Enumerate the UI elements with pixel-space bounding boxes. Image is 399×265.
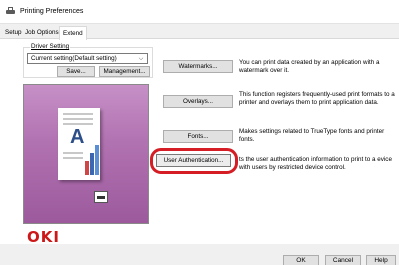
window-title: Printing Preferences bbox=[20, 8, 84, 15]
printer-icon bbox=[6, 7, 15, 16]
title-bar: Printing Preferences bbox=[0, 0, 399, 24]
driver-setting-value: Current setting(Default setting) bbox=[31, 55, 117, 62]
printer-device-icon bbox=[94, 191, 108, 203]
ok-button[interactable]: OK bbox=[283, 255, 319, 265]
save-button[interactable]: Save... bbox=[57, 66, 95, 77]
driver-setting-label: Driver Setting bbox=[30, 43, 71, 50]
user-authentication-button[interactable]: User Authentication... bbox=[156, 154, 231, 167]
driver-setting-select[interactable]: Current setting(Default setting) ⌵ bbox=[27, 53, 148, 64]
document-preview-icon: A bbox=[58, 108, 100, 180]
tab-job-options[interactable]: Job Options bbox=[22, 28, 62, 39]
preview-letter: A bbox=[70, 126, 85, 148]
help-button[interactable]: Help bbox=[366, 255, 396, 265]
preview-image: A bbox=[23, 84, 149, 224]
fonts-button[interactable]: Fonts... bbox=[163, 130, 233, 143]
cancel-button[interactable]: Cancel bbox=[325, 255, 361, 265]
user-authentication-description: ts the user authentication information t… bbox=[239, 156, 392, 171]
tab-extend[interactable]: Extend bbox=[59, 26, 87, 40]
fonts-description: Makes settings related to TrueType fonts… bbox=[239, 128, 385, 143]
overlays-button[interactable]: Overlays... bbox=[163, 95, 233, 108]
tab-strip: Setup Job Options Extend bbox=[0, 26, 399, 40]
watermarks-description: You can print data created by an applica… bbox=[239, 59, 380, 74]
chevron-down-icon: ⌵ bbox=[138, 56, 144, 62]
extend-panel: Driver Setting Current setting(Default s… bbox=[0, 39, 399, 246]
overlays-description: This function registers frequently-used … bbox=[239, 91, 395, 106]
management-button[interactable]: Management... bbox=[99, 66, 150, 77]
watermarks-button[interactable]: Watermarks... bbox=[163, 60, 233, 73]
